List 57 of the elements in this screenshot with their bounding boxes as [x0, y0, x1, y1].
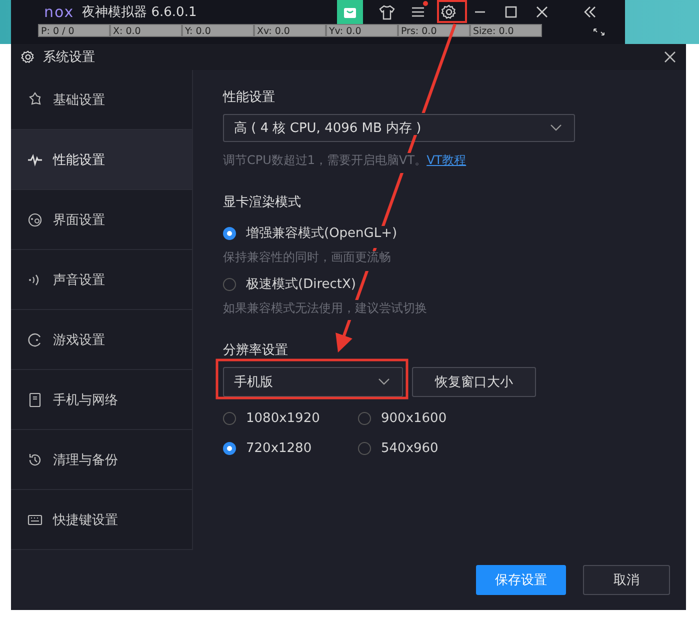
- expand-icon[interactable]: [593, 28, 605, 36]
- sidebar-item[interactable]: 快捷键设置: [11, 490, 192, 550]
- logo: nox: [44, 3, 74, 21]
- debug-field: Size: 0.0: [470, 24, 542, 37]
- phone-icon: [27, 392, 43, 408]
- sidebar-item[interactable]: 游戏设置: [11, 310, 192, 370]
- debug-field: Yv: 0.0: [326, 24, 398, 37]
- history-icon: [27, 452, 43, 468]
- radio-button[interactable]: [223, 226, 236, 240]
- hint-text: 调节CPU数超过1，需要开启电脑VT。: [223, 153, 427, 167]
- radio-option[interactable]: 增强兼容模式(OpenGL+): [223, 221, 398, 245]
- radio-button[interactable]: [223, 412, 236, 424]
- dialog-title: 系统设置: [43, 49, 95, 66]
- tutorial-link[interactable]: VT教程: [426, 153, 466, 167]
- sidebar-item[interactable]: 清理与备份: [11, 430, 192, 490]
- sidebar-item[interactable]: 手机与网络: [11, 370, 192, 430]
- hint-text: 保持兼容性的同时，画面更流畅: [223, 249, 392, 266]
- radio-button[interactable]: [223, 278, 236, 290]
- debug-field: Xv: 0.0: [254, 24, 326, 37]
- debug-field: X: 0.0: [110, 24, 182, 37]
- bag-icon: [343, 5, 357, 19]
- radio-button[interactable]: [358, 412, 371, 424]
- sidebar-item[interactable]: 声音设置: [11, 250, 192, 310]
- resolution-select[interactable]: 手机版: [223, 367, 403, 397]
- collapse-icon[interactable]: [583, 6, 597, 18]
- app-title: 夜神模拟器 6.6.0.1: [82, 4, 197, 21]
- palette-icon: [27, 212, 43, 228]
- radio-option[interactable]: 900x1600: [358, 406, 508, 430]
- hint-text: 如果兼容模式无法使用，建议尝试切换: [223, 300, 428, 317]
- close-icon[interactable]: [536, 6, 548, 18]
- reset-window-button[interactable]: 恢复窗口大小: [412, 367, 536, 397]
- radio-option[interactable]: 720x1280: [223, 436, 358, 460]
- radio-option[interactable]: 540x960: [358, 436, 508, 460]
- radio-option[interactable]: 极速模式(DirectX): [223, 272, 356, 296]
- pulse-icon: [27, 152, 43, 168]
- highlight-box: [437, 0, 467, 23]
- sidebar-item[interactable]: 性能设置: [11, 130, 192, 190]
- debug-field: Y: 0.0: [182, 24, 254, 37]
- chevron-down-icon: [550, 124, 562, 132]
- cancel-button[interactable]: 取消: [583, 565, 670, 595]
- chevron-down-icon: [378, 378, 390, 386]
- settings-icon[interactable]: [440, 4, 456, 20]
- radio-option[interactable]: 1080x1920: [223, 406, 358, 430]
- section-heading: 分辨率设置: [223, 342, 289, 359]
- section-heading: 显卡渲染模式: [223, 194, 302, 211]
- settings-icon: [21, 50, 35, 64]
- sidebar-item[interactable]: 界面设置: [11, 190, 192, 250]
- section-heading: 性能设置: [223, 89, 276, 106]
- close-icon[interactable]: [664, 51, 676, 63]
- performance-select[interactable]: 高 ( 4 核 CPU, 4096 MB 内存 ): [223, 114, 575, 142]
- debug-field: P: 0 / 0: [38, 24, 110, 37]
- radio-button[interactable]: [358, 442, 371, 454]
- maximize-icon[interactable]: [504, 6, 516, 18]
- shirt-icon[interactable]: [378, 4, 394, 20]
- debug-field: Prs: 0.0: [398, 24, 470, 37]
- radio-button[interactable]: [223, 442, 236, 454]
- menu-icon[interactable]: [410, 6, 424, 18]
